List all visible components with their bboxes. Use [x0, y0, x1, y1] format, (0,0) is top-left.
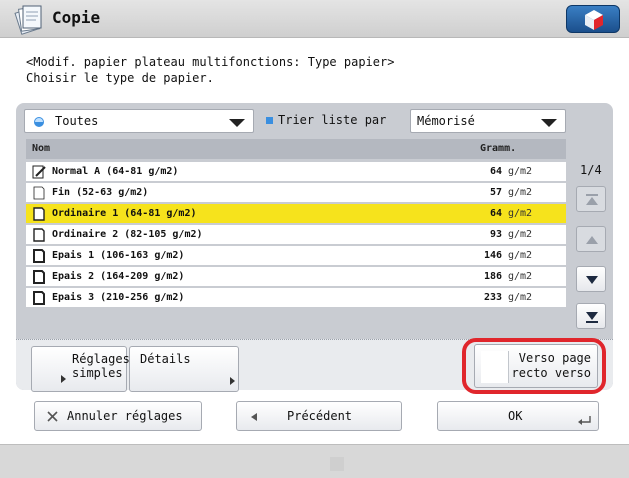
scroll-bottom-button[interactable] [576, 303, 606, 329]
paper-thin-icon [33, 186, 45, 200]
list-item[interactable]: Epais 2 (164-209 g/m2) 186 g/m2 [26, 267, 566, 287]
cancel-settings-button[interactable]: Annuler réglages [34, 401, 202, 431]
column-name: Nom [32, 143, 51, 154]
paper-filter-value: Toutes [55, 114, 99, 128]
paper-filter-dropdown[interactable]: Toutes [24, 109, 254, 133]
submenu-arrow-icon [230, 377, 235, 385]
scroll-down-icon [586, 276, 598, 284]
paper-thick-icon [33, 270, 45, 284]
chevron-down-icon [541, 119, 557, 127]
back-button[interactable]: Précédent [236, 401, 402, 431]
status-monitor-button[interactable] [566, 5, 620, 33]
page-indicator: 1/4 [580, 163, 602, 177]
ok-button[interactable]: OK [437, 401, 599, 431]
back-arrow-icon [251, 413, 257, 421]
paper-thick-icon [33, 249, 45, 263]
simple-settings-line2: simples [72, 366, 123, 380]
list-item[interactable]: Ordinaire 2 (82-105 g/m2) 93 g/m2 [26, 225, 566, 245]
list-header: Nom Gramm. [26, 139, 566, 159]
scroll-to-bottom-icon [586, 312, 598, 323]
edit-paper-icon [32, 165, 46, 179]
details-label: Détails [140, 352, 191, 366]
scroll-down-button[interactable] [576, 266, 606, 292]
highlight-ring [462, 338, 606, 394]
instruction-title: <Modif. papier plateau multifonctions: T… [26, 55, 395, 69]
paper-thick-icon [33, 291, 45, 305]
scroll-up-icon [586, 236, 598, 244]
paper-icon [33, 207, 45, 221]
title-bar: Copie [0, 0, 629, 38]
paper-icon [33, 228, 45, 242]
scroll-to-top-icon [586, 194, 598, 205]
back-label: Précédent [287, 409, 353, 423]
enter-icon [578, 416, 591, 425]
status-monitor-icon [585, 10, 603, 30]
column-weight: Gramm. [480, 143, 517, 154]
sort-bullet-icon [266, 117, 273, 124]
scroll-top-button[interactable] [576, 186, 606, 212]
list-item[interactable]: Fin (52-63 g/m2) 57 g/m2 [26, 183, 566, 203]
list-item[interactable]: Epais 1 (106-163 g/m2) 146 g/m2 [26, 246, 566, 266]
cancel-settings-label: Annuler réglages [67, 409, 183, 423]
details-button[interactable]: Détails [129, 346, 239, 392]
list-item[interactable]: Epais 3 (210-256 g/m2) 233 g/m2 [26, 288, 566, 308]
chevron-down-icon [229, 119, 245, 127]
list-item[interactable]: Normal A (64-81 g/m2) 64 g/m2 [26, 162, 566, 182]
sort-value: Mémorisé [417, 114, 475, 128]
scroll-up-button[interactable] [576, 226, 606, 252]
status-indicator [330, 457, 344, 471]
simple-settings-button[interactable]: Réglages simples [31, 346, 130, 392]
list-item-selected[interactable]: Ordinaire 1 (64-81 g/m2) 64 g/m2 [26, 204, 566, 224]
simple-settings-line1: Réglages [72, 352, 130, 366]
ok-label: OK [508, 409, 523, 423]
copy-app-icon [14, 5, 42, 35]
sort-label: Trier liste par [278, 113, 387, 127]
close-icon [47, 411, 58, 422]
sort-dropdown[interactable]: Mémorisé [410, 109, 566, 133]
status-bar [0, 444, 629, 478]
submenu-arrow-icon [61, 375, 66, 383]
instruction-text: Choisir le type de papier. [26, 71, 214, 85]
app-title: Copie [52, 8, 101, 27]
filter-dot-icon [34, 117, 44, 127]
